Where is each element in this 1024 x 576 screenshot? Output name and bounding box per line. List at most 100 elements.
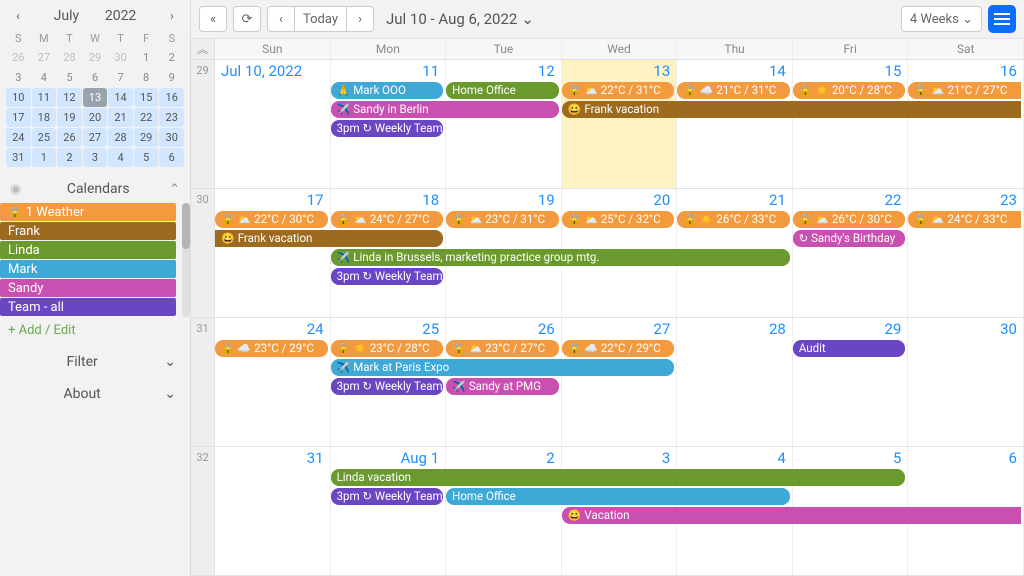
calendar-event[interactable]: 🔒 ⛅22°C / 31°C [562, 82, 675, 99]
mini-day[interactable]: 26 [6, 48, 31, 67]
mini-day[interactable]: 28 [108, 128, 133, 147]
calendar-event[interactable]: 🔒 ⛅24°C / 27°C [331, 211, 444, 228]
collapse-weeks-button[interactable]: ︽ [191, 39, 215, 59]
mini-year-label[interactable]: 2022 [105, 8, 136, 24]
mini-day[interactable]: 27 [83, 128, 108, 147]
mini-day[interactable]: 2 [57, 148, 82, 167]
day-number[interactable]: Jul 10, 2022 [221, 62, 302, 80]
calendar-event[interactable]: 🔒 ☁️23°C / 29°C [215, 340, 328, 357]
day-number[interactable]: 26 [538, 320, 555, 338]
day-number[interactable]: 31 [307, 449, 324, 467]
mini-day[interactable]: 14 [108, 88, 133, 107]
week-number[interactable]: 30 [191, 189, 215, 317]
mini-day[interactable]: 5 [134, 148, 159, 167]
mini-day[interactable]: 12 [57, 88, 82, 107]
mini-day[interactable]: 18 [32, 108, 57, 127]
calendar-event[interactable]: 🙏Mark OOO [331, 82, 444, 99]
refresh-button[interactable]: ⟳ [233, 6, 261, 32]
mini-day[interactable]: 2 [159, 48, 184, 67]
calendar-event[interactable]: 😀Vacation [562, 507, 1021, 524]
mini-month-label[interactable]: July [54, 8, 79, 24]
mini-day[interactable]: 16 [159, 88, 184, 107]
calendar-event[interactable]: 🔒 ⛅24°C / 33°C [908, 211, 1021, 228]
prev-period-button[interactable]: ‹ [267, 6, 295, 32]
day-number[interactable]: 24 [307, 320, 324, 338]
mini-day[interactable]: 4 [32, 68, 57, 87]
calendar-event[interactable]: ↻Sandy's Birthday [793, 230, 906, 247]
mini-day[interactable]: 17 [6, 108, 31, 127]
calendar-event[interactable]: 🔒 ☀️23°C / 28°C [331, 340, 444, 357]
calendar-event[interactable]: 🔒 ⛅26°C / 30°C [793, 211, 906, 228]
day-number[interactable]: 11 [422, 62, 439, 80]
mini-day[interactable]: 29 [83, 48, 108, 67]
mini-day[interactable]: 23 [159, 108, 184, 127]
collapse-sidebar-button[interactable]: « [199, 6, 227, 32]
calendar-event[interactable]: 🔒 ⛅22°C / 30°C [215, 211, 328, 228]
mini-day[interactable]: 26 [57, 128, 82, 147]
mini-day[interactable]: 29 [134, 128, 159, 147]
week-number[interactable]: 29 [191, 60, 215, 188]
day-number[interactable]: 5 [893, 449, 901, 467]
mini-day[interactable]: 13 [83, 88, 108, 107]
day-number[interactable]: 23 [1000, 191, 1017, 209]
calendar-event[interactable]: 3pm ↻ Weekly Team [331, 268, 444, 285]
mini-day[interactable]: 15 [134, 88, 159, 107]
day-number[interactable]: 30 [1000, 320, 1017, 338]
day-number[interactable]: 19 [538, 191, 555, 209]
calendar-event[interactable]: 3pm ↻ Weekly Team [331, 120, 444, 137]
calendar-event[interactable]: Home Office [446, 82, 559, 99]
mini-next-month[interactable]: › [162, 6, 182, 26]
about-section[interactable]: About ⌄ [0, 376, 190, 408]
mini-day[interactable]: 19 [57, 108, 82, 127]
day-number[interactable]: 16 [1000, 62, 1017, 80]
mini-day[interactable]: 25 [32, 128, 57, 147]
mini-day[interactable]: 1 [134, 48, 159, 67]
filter-section[interactable]: Filter ⌄ [0, 344, 190, 376]
calendar-event[interactable]: Home Office [446, 488, 790, 505]
mini-day[interactable]: 9 [159, 68, 184, 87]
calendars-section-head[interactable]: ◉ Calendars ⌃ [0, 173, 190, 203]
day-number[interactable]: 29 [885, 320, 902, 338]
calendar-item[interactable]: Frank [0, 222, 176, 240]
hamburger-menu-button[interactable] [988, 5, 1016, 33]
calendar-item[interactable]: 🔒1 Weather [0, 203, 176, 221]
calendar-item[interactable]: Sandy [0, 279, 176, 297]
mini-prev-month[interactable]: ‹ [8, 6, 28, 26]
day-number[interactable]: 13 [653, 62, 670, 80]
visibility-icon[interactable]: ◉ [10, 182, 27, 197]
day-number[interactable]: 22 [885, 191, 902, 209]
mini-day[interactable]: 4 [108, 148, 133, 167]
calendar-event[interactable]: 🔒 ☀️20°C / 28°C [793, 82, 906, 99]
calendar-item[interactable]: Mark [0, 260, 176, 278]
day-number[interactable]: 28 [769, 320, 786, 338]
week-number[interactable]: 31 [191, 318, 215, 446]
day-number[interactable]: 17 [307, 191, 324, 209]
calendar-event[interactable]: 3pm ↻ Weekly Team [331, 378, 444, 395]
calendar-item[interactable]: Linda [0, 241, 176, 259]
calendar-event[interactable]: ✈️Linda in Brussels, marketing practice … [331, 249, 790, 266]
day-number[interactable]: 6 [1009, 449, 1017, 467]
mini-day[interactable]: 24 [6, 128, 31, 147]
calendar-event[interactable]: 🔒 ☁️22°C / 29°C [562, 340, 675, 357]
calendar-event[interactable]: ✈️Mark at Paris Expo [331, 359, 675, 376]
mini-day[interactable]: 8 [134, 68, 159, 87]
mini-day[interactable]: 6 [83, 68, 108, 87]
mini-day[interactable]: 30 [159, 128, 184, 147]
next-period-button[interactable]: › [346, 6, 374, 32]
mini-day[interactable]: 30 [108, 48, 133, 67]
day-number[interactable]: 21 [769, 191, 786, 209]
mini-day[interactable]: 10 [6, 88, 31, 107]
mini-day[interactable]: 3 [83, 148, 108, 167]
mini-day[interactable]: 20 [83, 108, 108, 127]
calendar-event[interactable]: 🔒 ⛅21°C / 27°C [908, 82, 1021, 99]
mini-day[interactable]: 3 [6, 68, 31, 87]
day-number[interactable]: 14 [769, 62, 786, 80]
day-number[interactable]: 15 [885, 62, 902, 80]
mini-day[interactable]: 22 [134, 108, 159, 127]
mini-day[interactable]: 6 [159, 148, 184, 167]
calendar-list-scrollbar[interactable] [182, 203, 190, 317]
calendar-event[interactable]: 3pm ↻ Weekly Team [331, 488, 444, 505]
mini-day[interactable]: 28 [57, 48, 82, 67]
day-number[interactable]: 4 [777, 449, 785, 467]
calendar-event[interactable]: 🔒 ☀️26°C / 33°C [677, 211, 790, 228]
